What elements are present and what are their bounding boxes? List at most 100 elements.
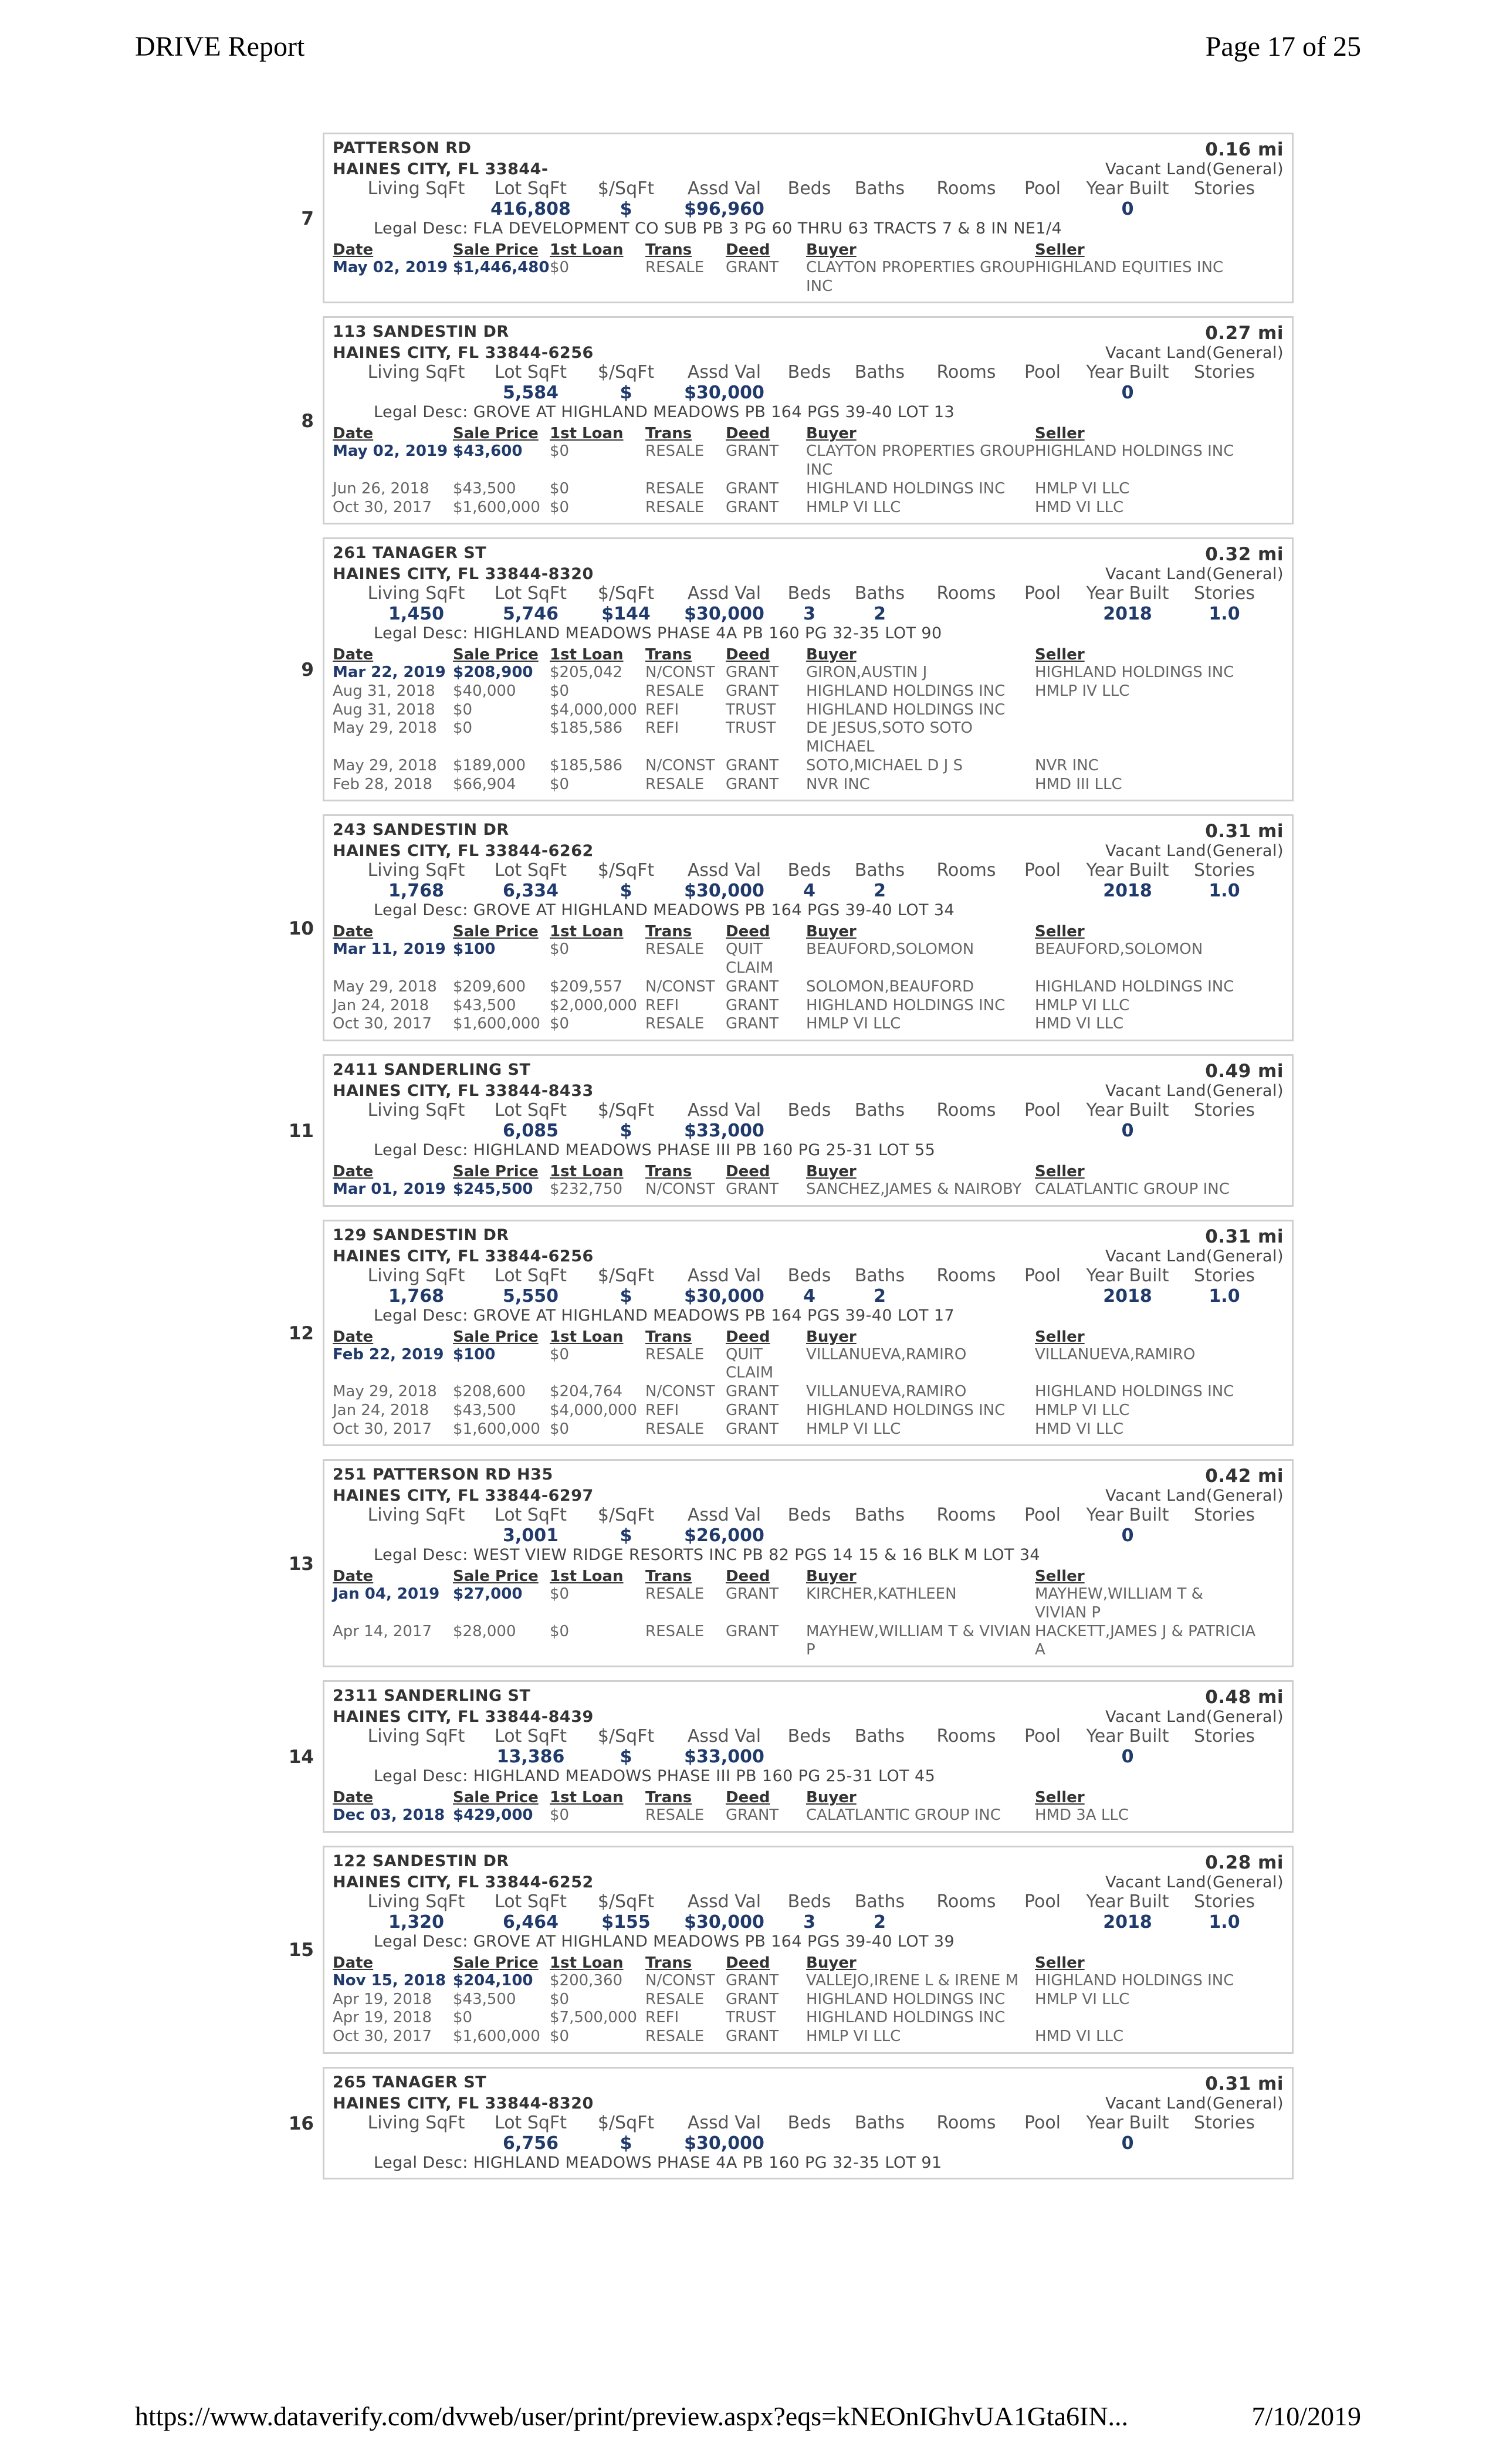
sale-cell: GRANT — [726, 996, 779, 1014]
stat-label: $/SqFt — [597, 1891, 655, 1912]
sales-history-table: Date Sale Price 1st Loan Trans Deed Buyer Sell… — [333, 1789, 1258, 1825]
property-city: HAINES CITY, FL 33844-6256 — [333, 344, 594, 363]
stat-label: Rooms — [936, 1891, 996, 1912]
sale-cell: Oct 30, 2017 — [333, 2028, 432, 2045]
stat-value — [1186, 1525, 1263, 1546]
property-stats: Living SqFt Lot SqFt $/SqFt Assd Val Beds Bat… — [350, 178, 1284, 219]
stat-label: Beds — [787, 860, 831, 881]
stat-value — [1186, 383, 1263, 403]
stat-value — [843, 199, 916, 219]
stat-label: Assd Val — [687, 1265, 761, 1286]
sale-cell: REFI — [645, 996, 679, 1014]
stat-label: Baths — [854, 583, 905, 604]
property-city: HAINES CITY, FL 33844-8320 — [333, 2094, 594, 2113]
stat-value: $33,000 — [684, 1747, 764, 1768]
sales-header-cell: 1st Loan — [550, 425, 624, 443]
stat-label: Rooms — [936, 1726, 996, 1747]
sales-history-table: Date Sale Price 1st Loan Trans Deed Buyer Sell… — [333, 646, 1258, 794]
city-row: HAINES CITY, FL 33844-8439 Vacant Land(Ge… — [333, 1708, 1284, 1726]
property-distance: 0.42 mi — [1205, 1465, 1284, 1487]
stat-value: $ — [620, 1525, 632, 1546]
sale-cell: HMLP IV LLC — [1035, 682, 1130, 700]
property-card: 10 243 SANDESTIN DR 0.31 mi HAINES CITY, FL… — [289, 814, 1294, 1041]
sale-cell: $40,000 — [453, 682, 516, 700]
stat-value: 4 — [803, 881, 815, 902]
sale-cell — [1035, 719, 1258, 756]
sale-cell: $43,500 — [453, 1990, 516, 2008]
stat-label: Baths — [854, 1265, 905, 1286]
sales-header-cell: 1st Loan — [550, 1568, 624, 1586]
sale-cell: HIGHLAND HOLDINGS INC — [1035, 1971, 1234, 1989]
stat-value — [1186, 1121, 1263, 1141]
stat-value — [916, 881, 1016, 901]
stat-label: Pool — [1024, 2112, 1061, 2133]
sale-cell: HMD VI LLC — [1035, 2028, 1124, 2045]
sale-row: Nov 15, 2018 $204,100 $200,360 N/CONST GRANT… — [333, 1972, 1258, 1991]
stat-value: 6,464 — [503, 1911, 559, 1932]
stat-label: Stories — [1194, 1099, 1255, 1121]
sale-cell: $43,600 — [453, 442, 523, 461]
sale-cell: $0 — [550, 2028, 570, 2045]
stat-value: 1.0 — [1209, 881, 1240, 902]
sales-header-row: Date Sale Price 1st Loan Trans Deed Buyer Sell… — [333, 1568, 1258, 1585]
stat-value — [916, 1912, 1016, 1932]
sale-cell: GRANT — [726, 1383, 779, 1401]
stat-label: Stories — [1194, 1891, 1255, 1912]
sale-cell: Apr 19, 2018 — [333, 2009, 432, 2027]
sale-cell: GRANT — [726, 756, 779, 774]
sale-cell: $4,000,000 — [550, 1401, 637, 1419]
sale-row: Apr 19, 2018 $0 $7,500,000 REFI TRUST HIGHLAN… — [333, 2009, 1258, 2028]
stat-value: 3 — [803, 1911, 815, 1932]
stat-label: Year Built — [1086, 1726, 1169, 1747]
sale-cell: REFI — [645, 1401, 679, 1419]
sale-cell: VILLANUEVA,RAMIRO — [806, 1345, 967, 1363]
stat-label: Pool — [1024, 1891, 1061, 1912]
stat-label: Assd Val — [687, 1891, 761, 1912]
property-type: Vacant Land(General) — [1105, 344, 1284, 363]
stat-value — [350, 199, 482, 219]
stat-label: Year Built — [1086, 860, 1169, 881]
stat-label: Pool — [1024, 1099, 1061, 1121]
sales-header-cell: Date — [333, 1328, 374, 1346]
city-row: HAINES CITY, FL 33844-6262 Vacant Land(Ge… — [333, 842, 1284, 860]
sale-cell: $0 — [550, 775, 570, 793]
sales-header-cell: Sale Price — [453, 1954, 539, 1972]
sale-row: Oct 30, 2017 $1,600,000 $0 RESALE GRANT HMLP … — [333, 2028, 1258, 2046]
sale-cell: Mar 01, 2019 — [333, 1180, 446, 1198]
sale-cell: BEAUFORD,SOLOMON — [1035, 940, 1203, 959]
property-address: 261 TANAGER ST — [333, 544, 487, 563]
stat-label: $/SqFt — [597, 1099, 655, 1121]
sale-cell: Jan 24, 2018 — [333, 996, 429, 1014]
stat-label: Rooms — [936, 178, 996, 199]
sale-cell: $208,600 — [453, 1383, 526, 1401]
property-city: HAINES CITY, FL 33844-8439 — [333, 1708, 594, 1727]
stat-label: Stories — [1194, 178, 1255, 199]
stat-value — [916, 383, 1016, 403]
address-row: 261 TANAGER ST 0.32 mi — [333, 544, 1284, 565]
sale-cell: HMLP VI LLC — [806, 498, 901, 516]
sale-cell: $209,557 — [550, 977, 623, 996]
sale-cell: SOLOMON,BEAUFORD — [806, 977, 974, 996]
property-index: 14 — [288, 1747, 314, 1768]
stat-label: Lot SqFt — [495, 583, 567, 604]
sale-cell: Oct 30, 2017 — [333, 498, 432, 516]
stat-label: Baths — [854, 362, 905, 383]
sales-header-cell: Seller — [1035, 1162, 1085, 1180]
sale-cell: May 02, 2019 — [333, 442, 448, 461]
stat-value: $ — [620, 1285, 632, 1307]
sales-history-table: Date Sale Price 1st Loan Trans Deed Buyer Sell… — [333, 1328, 1258, 1439]
legal-description: Legal Desc: WEST VIEW RIDGE RESORTS INC … — [374, 1546, 1040, 1565]
address-row: 265 TANAGER ST 0.31 mi — [333, 2073, 1284, 2094]
sale-cell: CLAYTON PROPERTIES GROUP INC — [806, 442, 1035, 479]
property-stats: Living SqFt Lot SqFt $/SqFt Assd Val Beds Bat… — [350, 362, 1284, 403]
property-address: 129 SANDESTIN DR — [333, 1226, 509, 1244]
property-city: HAINES CITY, FL 33844-6256 — [333, 1247, 594, 1265]
stat-value — [350, 1747, 482, 1767]
property-index: 13 — [288, 1553, 314, 1575]
sale-cell: May 29, 2018 — [333, 756, 437, 774]
sales-header-row: Date Sale Price 1st Loan Trans Deed Buyer Sell… — [333, 923, 1258, 940]
sale-cell: SOTO,MICHAEL D J S — [806, 756, 963, 774]
legal-description: Legal Desc: HIGHLAND MEADOWS PHASE 4A PB… — [374, 624, 942, 643]
stat-value: $ — [620, 383, 632, 404]
property-index: 15 — [288, 1940, 314, 1961]
